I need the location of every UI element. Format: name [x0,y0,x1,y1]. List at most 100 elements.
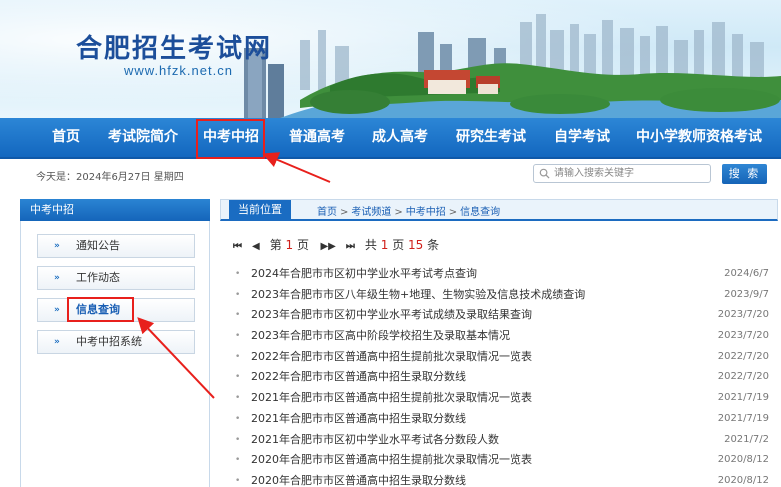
news-title-link[interactable]: 2020年合肥市市区普通高中招生提前批次录取情况一览表 [251,450,532,471]
news-title-link[interactable]: 2021年合肥市市区普通高中招生录取分数线 [251,409,466,430]
last-page-icon[interactable]: ⏭ [346,241,355,252]
news-date: 2022/7/20 [717,371,769,383]
first-page-icon[interactable]: ⏮ [233,241,242,252]
nav-item-gaokao[interactable]: 普通高考 [287,118,347,157]
bullet-icon: • [235,434,241,445]
bullet-icon: • [235,475,241,486]
news-title-link[interactable]: 2022年合肥市市区普通高中招生录取分数线 [251,367,466,388]
news-title-link[interactable]: 2023年合肥市市区高中阶段学校招生及录取基本情况 [251,326,510,347]
news-date: 2021/7/19 [717,412,769,424]
total-items: 15 [408,238,424,252]
news-date: 2022/7/20 [717,350,769,362]
news-date: 2020/8/12 [717,454,769,466]
nav-item-self-study[interactable]: 自学考试 [552,118,612,157]
sidebar-item-label: 通知公告 [76,239,120,252]
site-title: 合肥招生考试网 [76,34,273,64]
current-page-number: 1 [285,238,294,252]
news-date: 2021/7/2 [724,433,769,445]
news-list: • 2024年合肥市市区初中学业水平考试考点查询 2024/6/7 • 2023年合肥… [233,264,769,487]
breadcrumb-separator: > [448,207,458,218]
double-chevron-icon: » [54,305,60,315]
total-prefix: 共 [364,238,377,252]
nav-item-graduate-exam[interactable]: 研究生考试 [455,118,527,157]
bullet-icon: • [235,269,241,279]
sidebar-item-label: 工作动态 [76,271,120,284]
list-item: • 2021年合肥市市区初中学业水平考试各分数段人数 2021/7/2 [233,430,769,451]
sidebar-item-notices[interactable]: » 通知公告 [37,234,195,258]
today-date: 今天是：2024年6月27日 星期四 [36,172,184,183]
nav-item-adult-exam[interactable]: 成人高考 [370,118,430,157]
total-suffix: 条 [427,238,440,252]
total-pages: 1 [380,238,389,252]
main-panel-header: 当前位置 首页 > 考试频道 > 中考中招 > 信息查询 [220,199,778,221]
prev-page-icon[interactable]: ◀ [252,241,260,252]
search-box [533,164,711,183]
total-middle: 页 [392,238,405,252]
bullet-icon: • [235,393,241,404]
bullet-icon: • [235,331,241,342]
double-chevron-icon: » [54,241,60,251]
news-title-link[interactable]: 2020年合肥市市区普通高中招生录取分数线 [251,471,466,487]
breadcrumb-separator: > [340,207,349,218]
sidebar-item-info-query[interactable]: » 信息查询 [37,298,195,322]
news-title-link[interactable]: 2023年合肥市市区八年级生物+地理、生物实验及信息技术成绩查询 [251,285,585,306]
nav-item-teacher-cert[interactable]: 中小学教师资格考试 [636,118,762,157]
sidebar-panel [20,221,210,487]
search-button[interactable]: 搜 索 [722,164,767,184]
list-item: • 2022年合肥市市区普通高中招生录取分数线 2022/7/20 [233,367,769,388]
news-title-link[interactable]: 2021年合肥市市区普通高中招生提前批次录取情况一览表 [251,388,532,409]
bullet-icon: • [235,310,241,321]
search-icon [539,168,550,179]
news-title-link[interactable]: 2021年合肥市市区初中学业水平考试各分数段人数 [251,430,499,451]
page-prefix: 第 [269,238,282,252]
news-title-link[interactable]: 2024年合肥市市区初中学业水平考试考点查询 [251,264,477,285]
news-date: 2023/7/20 [717,330,769,342]
sidebar-item-label: 信息查询 [76,303,120,316]
news-date: 2021/7/19 [717,392,769,404]
list-item: • 2021年合肥市市区普通高中招生录取分数线 2021/7/19 [233,409,769,430]
bullet-icon: • [235,289,241,300]
list-item: • 2023年合肥市市区八年级生物+地理、生物实验及信息技术成绩查询 2023/9/… [233,285,769,306]
news-date: 2023/7/20 [717,309,769,321]
header-banner: 合肥招生考试网 www.hfzk.net.cn [0,0,781,118]
news-date: 2023/9/7 [724,288,769,300]
pagination: ⏮ ◀ 第 1 页 ▶▶ ⏭ 共 1 页 15 条 [233,236,439,253]
sidebar-heading: 中考中招 [20,199,210,221]
news-title-link[interactable]: 2023年合肥市市区初中学业水平考试成绩及录取结果查询 [251,305,532,326]
breadcrumb-zhongkao[interactable]: 中考中招 [406,207,446,218]
nav-item-home[interactable]: 首页 [48,118,84,157]
bullet-icon: • [235,455,241,466]
sidebar-item-zhongkao-system[interactable]: » 中考中招系统 [37,330,195,354]
list-item: • 2020年合肥市市区普通高中招生录取分数线 2020/8/12 [233,471,769,487]
bullet-icon: • [235,351,241,362]
list-item: • 2021年合肥市市区普通高中招生提前批次录取情况一览表 2021/7/19 [233,388,769,409]
breadcrumb-exam-channel[interactable]: 考试频道 [351,207,391,218]
nav-item-zhongkao[interactable]: 中考中招 [200,118,262,157]
search-input[interactable] [554,166,704,181]
list-item: • 2024年合肥市市区初中学业水平考试考点查询 2024/6/7 [233,264,769,285]
list-item: • 2020年合肥市市区普通高中招生提前批次录取情况一览表 2020/8/12 [233,450,769,471]
page-suffix: 页 [297,238,310,252]
news-title-link[interactable]: 2022年合肥市市区普通高中招生提前批次录取情况一览表 [251,347,532,368]
breadcrumb-separator: > [394,207,403,218]
double-chevron-icon: » [54,337,60,347]
next-page-icon[interactable]: ▶▶ [320,241,335,252]
breadcrumb-info-query[interactable]: 信息查询 [460,207,500,218]
breadcrumb: 首页 > 考试频道 > 中考中招 > 信息查询 [317,203,500,218]
list-item: • 2022年合肥市市区普通高中招生提前批次录取情况一览表 2022/7/20 [233,347,769,368]
sidebar-item-label: 中考中招系统 [76,335,142,348]
sidebar-item-work-news[interactable]: » 工作动态 [37,266,195,290]
nav-annotation-arrow [262,152,331,183]
news-date: 2020/8/12 [717,474,769,486]
main-nav: 首页 考试院简介 中考中招 普通高考 成人高考 研究生考试 自学考试 中小学教师… [0,118,781,159]
news-date: 2024/6/7 [724,268,769,279]
nav-item-about[interactable]: 考试院简介 [107,118,179,157]
list-item: • 2023年合肥市市区初中学业水平考试成绩及录取结果查询 2023/7/20 [233,305,769,326]
current-position-tab: 当前位置 [229,200,291,220]
bullet-icon: • [235,372,241,383]
list-item: • 2023年合肥市市区高中阶段学校招生及录取基本情况 2023/7/20 [233,326,769,347]
double-chevron-icon: » [54,273,60,283]
site-url: www.hfzk.net.cn [124,63,233,78]
bullet-icon: • [235,413,241,424]
breadcrumb-home[interactable]: 首页 [317,207,337,218]
